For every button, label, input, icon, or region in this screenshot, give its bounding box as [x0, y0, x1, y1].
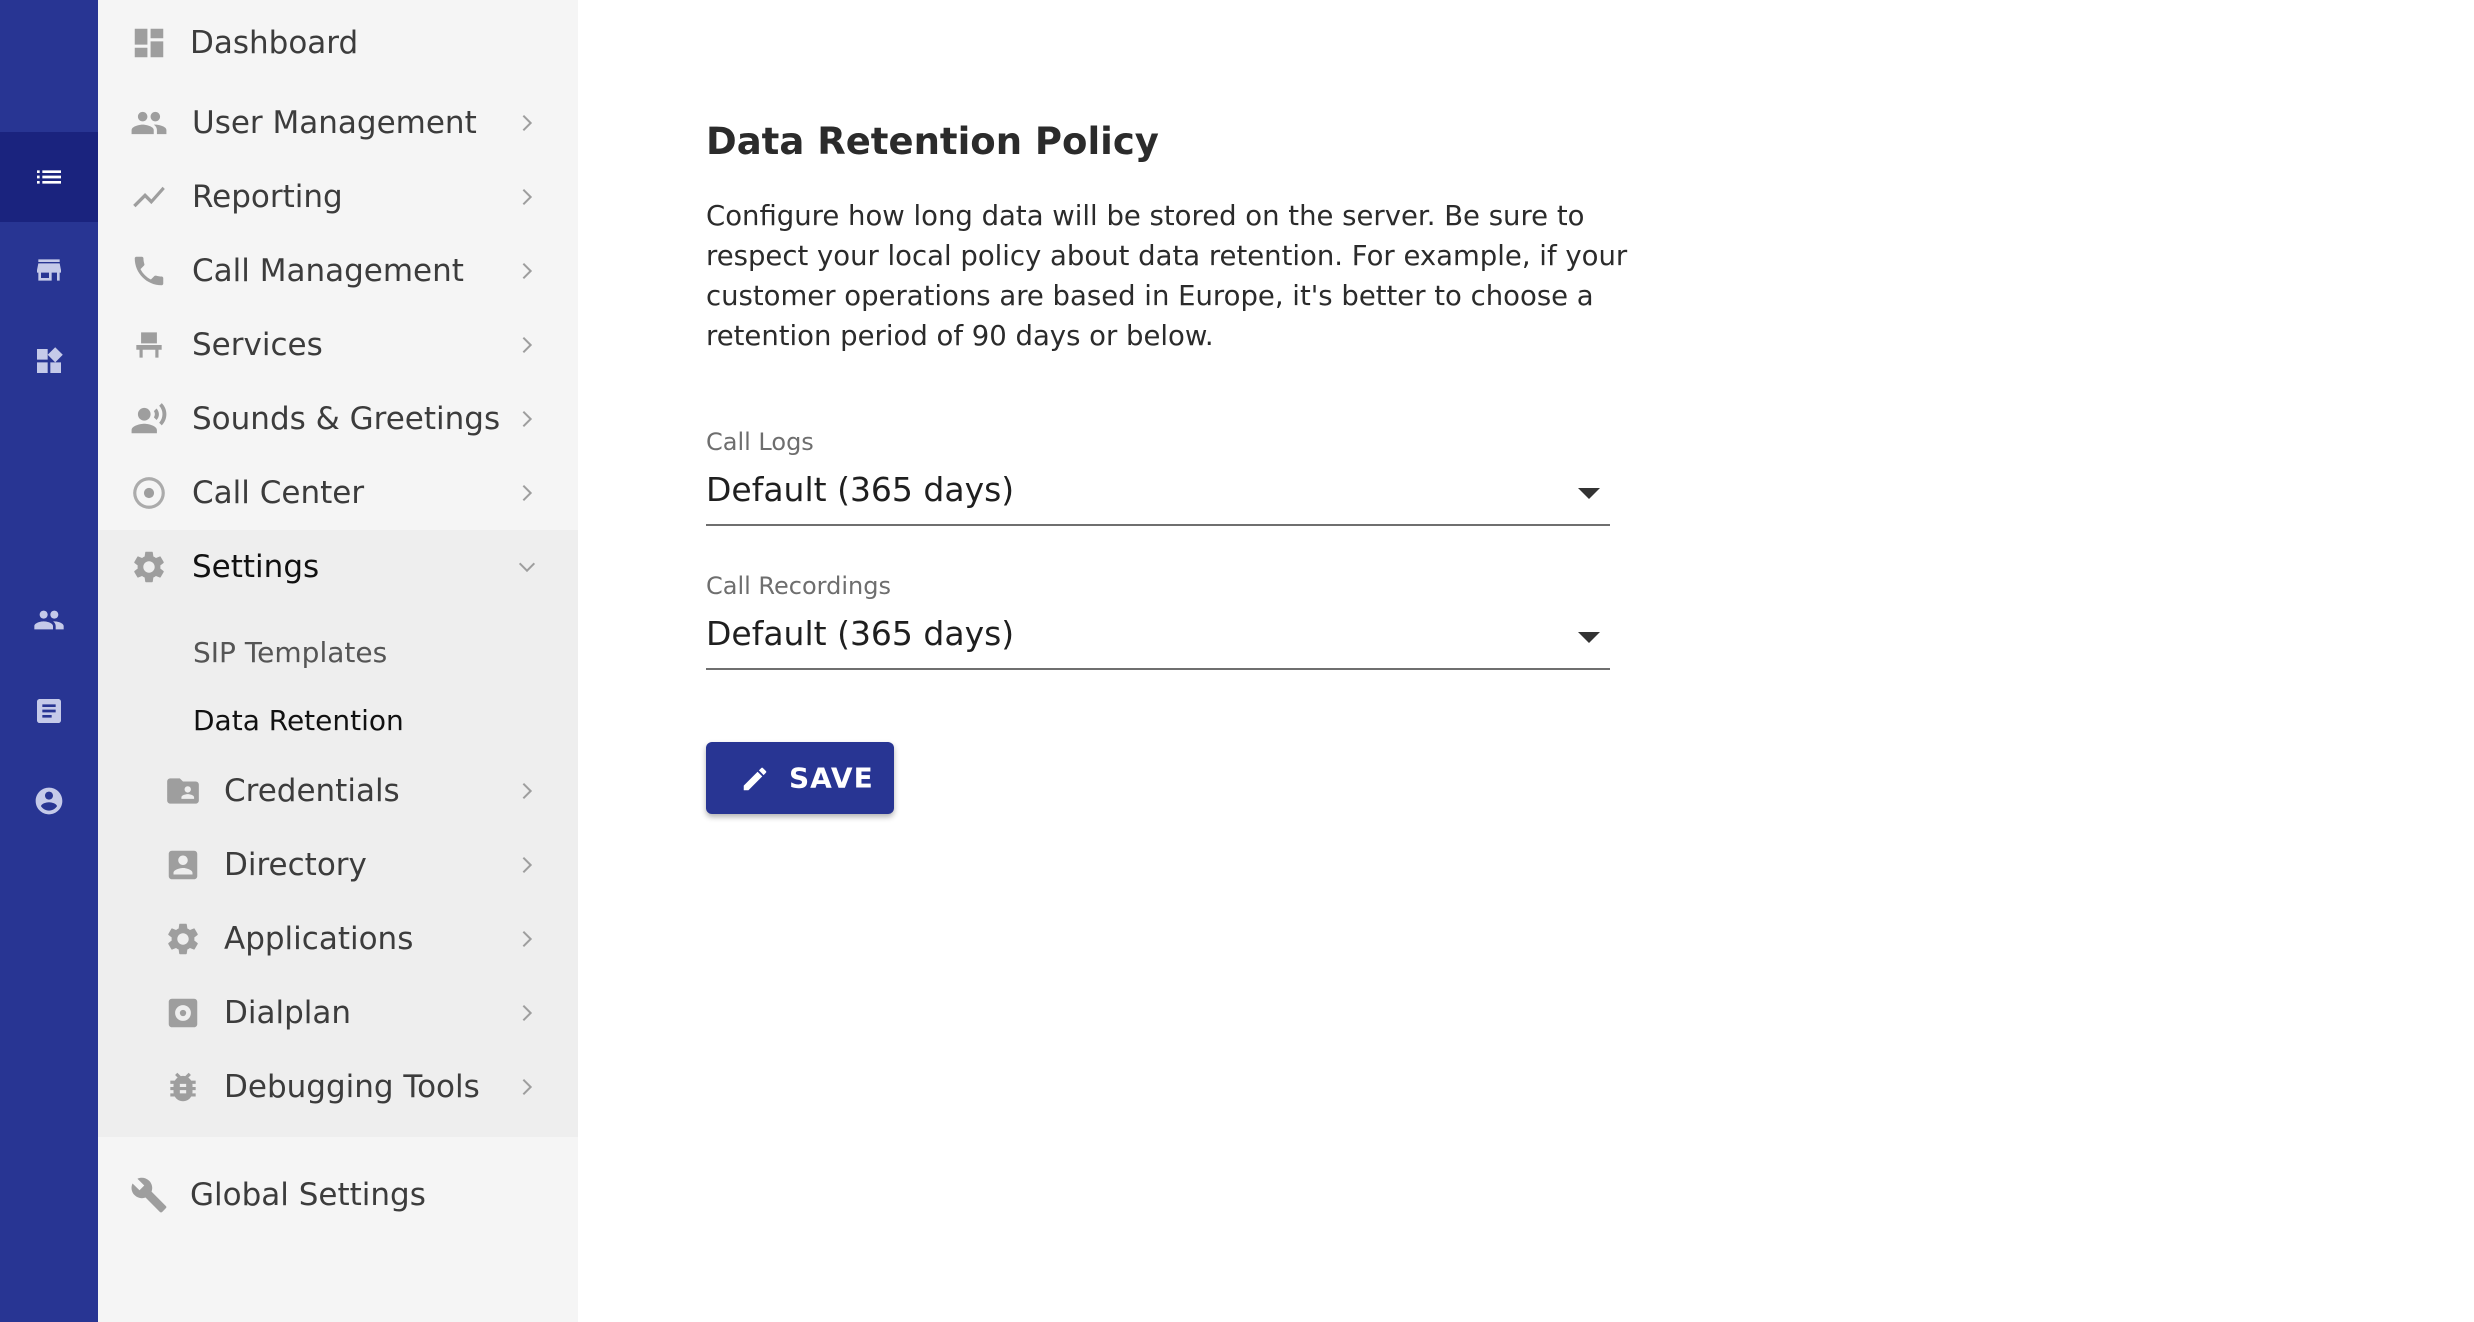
phone-icon: [130, 252, 168, 290]
wrench-icon: [130, 1176, 168, 1214]
sidebar-item-dashboard[interactable]: Dashboard: [98, 6, 578, 80]
dashboard-icon: [130, 24, 168, 62]
chevron-right-icon: [516, 260, 538, 282]
sidebar-item-reporting[interactable]: Reporting: [98, 160, 578, 234]
sidebar-item-call-management[interactable]: Call Management: [98, 234, 578, 308]
service-chair-icon: [130, 326, 168, 364]
chevron-right-icon: [516, 1076, 538, 1098]
chevron-right-icon: [516, 334, 538, 356]
call-logs-value: Default (365 days): [706, 470, 1015, 509]
sidebar-item-label: Call Center: [192, 475, 365, 511]
rail-store-button[interactable]: [0, 225, 98, 315]
pencil-icon: [740, 764, 770, 794]
list-icon: [37, 170, 61, 184]
sidebar-item-label: Dialplan: [224, 995, 352, 1031]
document-icon: [37, 699, 61, 723]
sidebar-item-label: Directory: [224, 847, 367, 883]
page-description: Configure how long data will be stored o…: [706, 200, 1628, 352]
page-title: Data Retention Policy: [706, 120, 1159, 163]
contact-card-icon: [164, 846, 202, 884]
dialplan-icon: [164, 994, 202, 1032]
chevron-right-icon: [516, 482, 538, 504]
chevron-down-icon: [516, 556, 538, 578]
trending-line-icon: [130, 178, 168, 216]
chevron-right-icon: [516, 928, 538, 950]
sidebar-item-label: Reporting: [192, 179, 343, 215]
sidebar-item-label: Credentials: [224, 773, 400, 809]
save-button[interactable]: SAVE: [706, 742, 894, 814]
rail-list-button[interactable]: [0, 132, 98, 222]
dropdown-arrow-icon: [1578, 488, 1600, 499]
chevron-right-icon: [516, 408, 538, 430]
sidebar-item-label: Debugging Tools: [224, 1069, 480, 1105]
sidebar-item-label: Dashboard: [190, 25, 359, 61]
sidebar-item-label: Applications: [224, 921, 414, 957]
sidebar-item-label: Settings: [192, 549, 320, 585]
contact-folder-icon: [164, 772, 202, 810]
people-icon: [130, 104, 168, 142]
people-icon: [34, 610, 64, 630]
call-logs-select[interactable]: Call Logs Default (365 days): [706, 428, 1610, 526]
sidebar-subitem-sip-templates[interactable]: SIP Templates: [193, 636, 387, 669]
speaking-person-icon: [130, 400, 168, 438]
dropdown-arrow-icon: [1578, 632, 1600, 643]
sidebar-nav: Dashboard User Management Reporting Call…: [98, 0, 578, 1322]
sidebar-item-directory[interactable]: Directory: [98, 828, 578, 902]
sidebar-item-sounds-greetings[interactable]: Sounds & Greetings: [98, 382, 578, 456]
target-circle-icon: [130, 474, 168, 512]
call-recordings-label: Call Recordings: [706, 572, 891, 600]
account-circle-icon: [35, 787, 63, 815]
sidebar-item-user-management[interactable]: User Management: [98, 86, 578, 160]
gear-icon: [164, 920, 202, 958]
call-logs-label: Call Logs: [706, 428, 814, 456]
bug-icon: [164, 1068, 202, 1106]
sidebar-item-credentials[interactable]: Credentials: [98, 754, 578, 828]
sidebar-item-label: Global Settings: [190, 1177, 426, 1213]
call-recordings-value: Default (365 days): [706, 614, 1015, 653]
sidebar-item-applications[interactable]: Applications: [98, 902, 578, 976]
sidebar-item-global-settings[interactable]: Global Settings: [98, 1158, 578, 1232]
sidebar-item-dialplan[interactable]: Dialplan: [98, 976, 578, 1050]
rail-document-button[interactable]: [0, 666, 98, 756]
sidebar-item-services[interactable]: Services: [98, 308, 578, 382]
gear-icon: [130, 548, 168, 586]
chevron-right-icon: [516, 1002, 538, 1024]
sidebar-item-label: Sounds & Greetings: [192, 401, 501, 437]
chevron-right-icon: [516, 854, 538, 876]
sidebar-item-call-center[interactable]: Call Center: [98, 456, 578, 530]
app-rail: [0, 0, 98, 1322]
chevron-right-icon: [516, 112, 538, 134]
call-recordings-select[interactable]: Call Recordings Default (365 days): [706, 572, 1610, 670]
chevron-right-icon: [516, 186, 538, 208]
sidebar-item-label: Call Management: [192, 253, 464, 289]
save-label: SAVE: [789, 761, 874, 795]
rail-widgets-button[interactable]: [0, 316, 98, 406]
widgets-icon: [37, 347, 63, 373]
rail-account-button[interactable]: [0, 756, 98, 846]
sidebar-subitem-data-retention[interactable]: Data Retention: [193, 704, 404, 737]
rail-people-button[interactable]: [0, 575, 98, 665]
sidebar-item-debugging-tools[interactable]: Debugging Tools: [98, 1050, 578, 1124]
chevron-right-icon: [516, 780, 538, 802]
store-icon: [37, 259, 61, 281]
sidebar-item-settings[interactable]: Settings: [98, 530, 578, 604]
sidebar-item-label: Services: [192, 327, 323, 363]
sidebar-item-label: User Management: [192, 105, 477, 141]
